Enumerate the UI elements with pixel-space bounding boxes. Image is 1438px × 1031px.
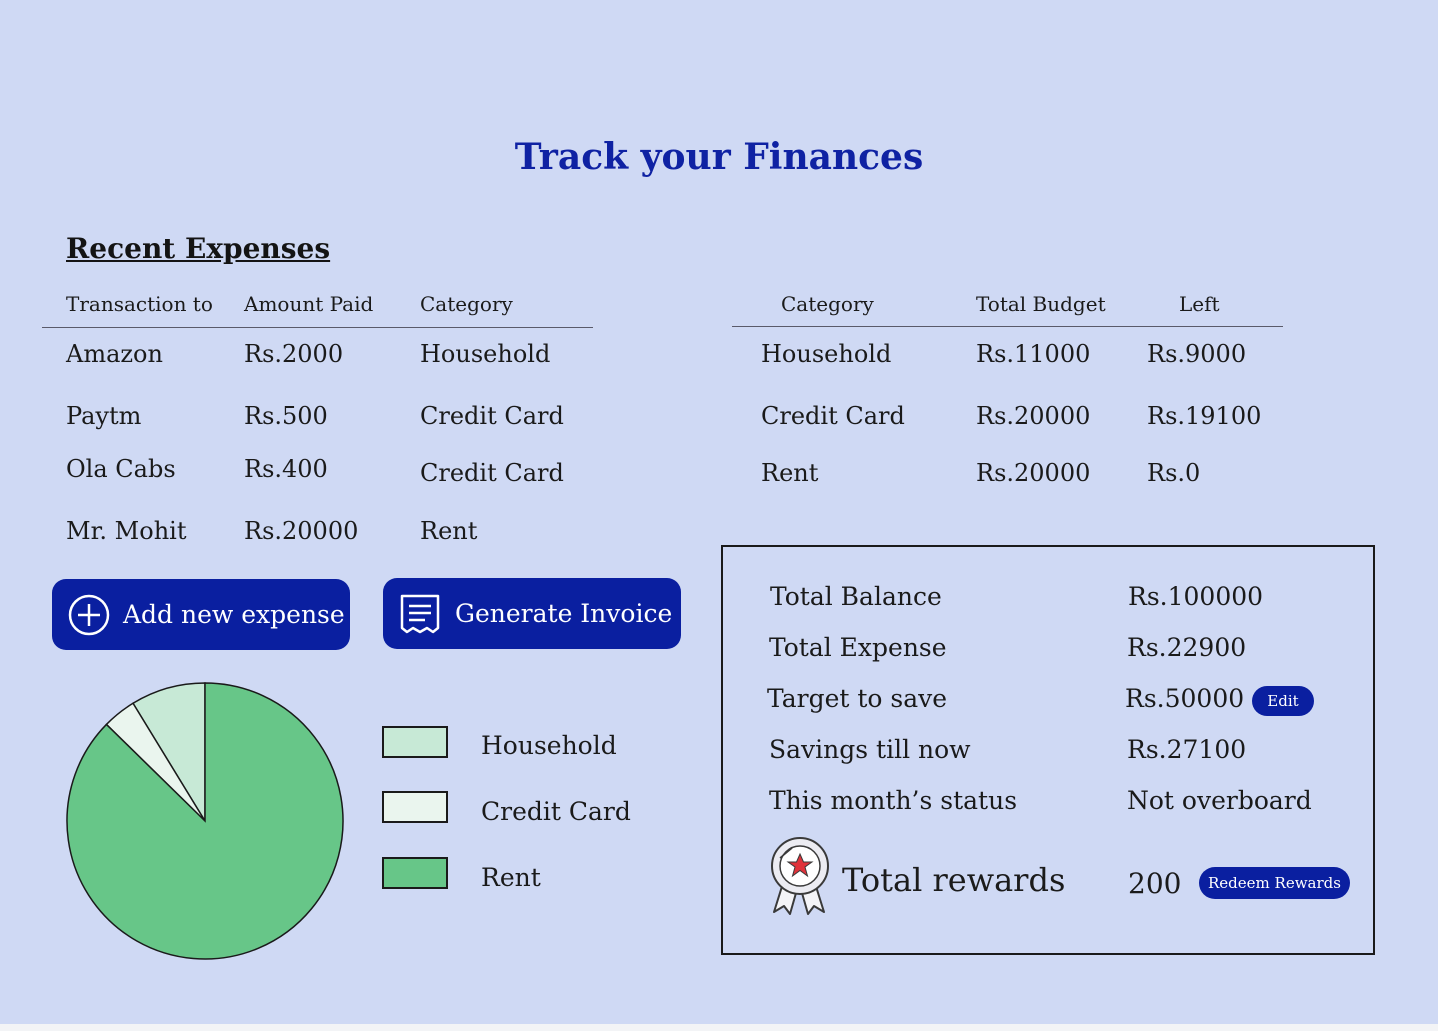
expense-category: Credit Card [420,402,564,430]
budget-left: Rs.9000 [1147,340,1247,368]
legend-swatch-rent [382,857,448,889]
budget-total: Rs.11000 [976,340,1091,368]
month-status-value: Not overboard [1127,786,1312,815]
header-budget-category: Category [781,292,874,316]
legend-label-household: Household [481,731,617,760]
header-transaction-to: Transaction to [66,292,213,316]
recent-expenses-title: Recent Expenses [66,232,331,265]
header-category: Category [420,292,513,316]
total-expense-label: Total Expense [769,633,947,662]
expense-recipient: Ola Cabs [66,455,176,483]
budget-category: Rent [761,459,819,487]
total-balance-label: Total Balance [770,582,942,611]
finance-dashboard: Track your Finances Recent Expenses Tran… [0,0,1438,1024]
add-expense-label: Add new expense [123,600,345,629]
expense-recipient: Paytm [66,402,142,430]
savings-value: Rs.27100 [1127,735,1247,764]
redeem-rewards-button[interactable]: Redeem Rewards [1199,867,1350,899]
legend-swatch-credit-card [382,791,448,823]
plus-circle-icon [68,594,110,635]
budget-total: Rs.20000 [976,459,1091,487]
page-title: Track your Finances [514,136,924,178]
budget-category: Household [761,340,892,368]
expense-recipient: Mr. Mohit [66,517,187,545]
legend-label-rent: Rent [481,863,541,892]
total-rewards-value: 200 [1128,867,1182,900]
expense-pie-chart [66,682,344,960]
expense-amount: Rs.20000 [244,517,359,545]
legend-swatch-household [382,726,448,758]
legend-label-credit-card: Credit Card [481,797,631,826]
budget-total: Rs.20000 [976,402,1091,430]
expense-category: Credit Card [420,459,564,487]
expense-recipient: Amazon [66,340,163,368]
expense-amount: Rs.2000 [244,340,344,368]
target-to-save-label: Target to save [767,684,948,713]
savings-label: Savings till now [769,735,971,764]
generate-invoice-label: Generate Invoice [455,599,673,628]
expense-amount: Rs.400 [244,455,328,483]
budget-left: Rs.0 [1147,459,1201,487]
add-expense-button[interactable]: Add new expense [52,579,350,650]
budget-category: Credit Card [761,402,905,430]
header-left: Left [1179,292,1220,316]
total-expense-value: Rs.22900 [1127,633,1247,662]
receipt-icon [400,594,440,633]
header-total-budget: Total Budget [976,292,1106,316]
header-amount-paid: Amount Paid [244,292,374,316]
budget-header-divider [732,326,1283,327]
edit-target-button[interactable]: Edit [1252,686,1314,716]
total-balance-value: Rs.100000 [1128,582,1264,611]
expense-category: Household [420,340,551,368]
budget-left: Rs.19100 [1147,402,1262,430]
total-rewards-label: Total rewards [842,861,1066,899]
generate-invoice-button[interactable]: Generate Invoice [383,578,681,649]
award-ribbon-icon [771,837,829,915]
expense-amount: Rs.500 [244,402,328,430]
expenses-header-divider [42,327,593,328]
expense-category: Rent [420,517,478,545]
target-to-save-value: Rs.50000 [1125,684,1245,713]
month-status-label: This month’s status [769,786,1018,815]
